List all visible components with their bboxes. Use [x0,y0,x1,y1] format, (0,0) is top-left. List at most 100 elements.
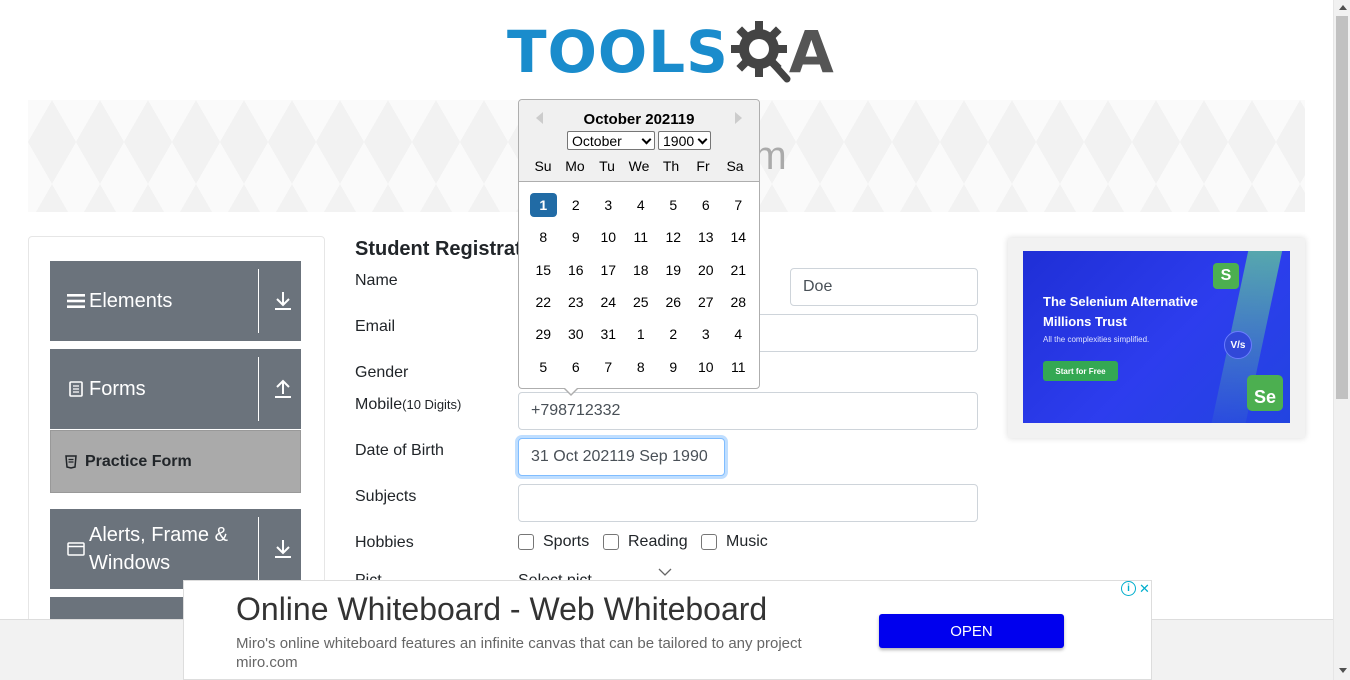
datepicker-day[interactable]: 31 [592,326,625,342]
hobby-music-checkbox[interactable]: Music [701,533,768,551]
datepicker-day[interactable]: 10 [592,229,625,245]
datepicker-day[interactable]: 17 [592,262,625,278]
toolsqa-logo[interactable]: TOOLS A [507,14,834,90]
email-label: Email [355,318,396,335]
datepicker-day[interactable]: 10 [690,359,723,375]
datepicker-day[interactable]: 11 [625,229,658,245]
ad-badge-se: Se [1247,375,1283,411]
arrow-down-icon[interactable] [272,537,294,561]
datepicker-day[interactable]: 5 [657,197,690,213]
date-of-birth-input[interactable]: 31 Oct 202119 Sep 1990 [518,438,725,476]
datepicker-day-selected[interactable]: 1 [529,193,557,218]
datepicker-day[interactable]: 1 [625,326,658,342]
datepicker-day[interactable]: 15 [527,262,560,278]
datepicker-day[interactable]: 2 [560,197,593,213]
scrollbar-thumb[interactable] [1336,16,1348,399]
ad-description: Miro's online whiteboard features an inf… [236,635,802,652]
dob-label: Date of Birth [355,442,444,459]
datepicker-day[interactable]: 6 [690,197,723,213]
mobile-label-text: Mobile [355,396,403,413]
vertical-scrollbar[interactable] [1333,0,1350,680]
datepicker-day[interactable]: 5 [527,359,560,375]
hamburger-icon [67,292,85,310]
sidebar-group-alerts[interactable]: Alerts, Frame & Windows [50,509,301,589]
next-month-icon[interactable] [735,112,742,124]
mobile-input[interactable]: +798712332 [518,392,978,430]
right-ad-banner[interactable]: S V/s Se The Selenium Alternative Millio… [1023,251,1290,423]
datepicker-day[interactable]: 23 [560,294,593,310]
datepicker-day[interactable]: 19 [657,262,690,278]
datepicker-day[interactable]: 25 [625,294,658,310]
datepicker-day[interactable]: 22 [527,294,560,310]
sidebar-group-label: Elements [89,290,173,312]
checkbox-box[interactable] [701,534,717,550]
last-name-input[interactable]: Doe [790,268,978,306]
datepicker-day[interactable]: 13 [690,229,723,245]
datepicker-day[interactable]: 6 [560,359,593,375]
ad-open-button[interactable]: OPEN [879,614,1064,648]
hobby-sports-checkbox[interactable]: Sports [518,533,589,551]
datepicker-day[interactable]: 27 [690,294,723,310]
mobile-hint: (10 Digits) [402,397,462,412]
datepicker-day[interactable]: 21 [722,262,755,278]
email-input[interactable] [750,314,978,352]
scroll-down-icon[interactable] [1339,668,1347,673]
datepicker-day[interactable]: 18 [625,262,658,278]
logo-text-tools: TOOLS [507,18,729,86]
weekday-label: Fr [696,158,710,174]
datepicker-day[interactable]: 4 [625,197,658,213]
weekday-header-row: Su Mo Tu We Th Fr Sa [527,158,751,174]
info-icon[interactable]: i [1121,581,1136,596]
year-select[interactable]: 1900 [658,131,711,150]
chevron-down-icon [641,134,652,145]
close-icon[interactable]: ✕ [1137,581,1152,596]
arrow-up-icon[interactable] [272,377,294,401]
year-select-value: 1900 [663,132,695,149]
datepicker-day[interactable]: 8 [625,359,658,375]
sidebar-group-forms[interactable]: Forms [50,349,301,429]
weekday-label: We [628,158,650,174]
sidebar-group-label: Alerts, Frame & Windows [89,521,228,577]
datepicker-day[interactable]: 9 [657,359,690,375]
divider [258,517,259,581]
datepicker-day[interactable]: 24 [592,294,625,310]
datepicker-day[interactable]: 8 [527,229,560,245]
chevron-down-icon[interactable] [658,568,672,576]
scroll-up-icon[interactable] [1339,5,1347,10]
datepicker-day[interactable]: 9 [560,229,593,245]
weekday-label: Mo [565,158,585,174]
datepicker-day[interactable]: 11 [722,359,755,375]
sidebar-group-label: Forms [89,378,146,400]
subjects-input[interactable] [518,484,978,522]
datepicker-day[interactable]: 4 [722,326,755,342]
window-icon [67,540,85,558]
checkbox-box[interactable] [603,534,619,550]
month-select[interactable]: October [567,131,655,150]
bottom-ad-banner[interactable]: Online Whiteboard - Web Whiteboard Miro'… [183,580,1152,680]
datepicker-day[interactable]: 3 [592,197,625,213]
checkbox-box[interactable] [518,534,534,550]
sidebar: Elements Forms Practice Form Alerts, Fra… [28,236,325,636]
datepicker-popup: October 202119 October 1900 Su Mo Tu We … [518,99,760,396]
hobby-reading-checkbox[interactable]: Reading [603,533,688,551]
datepicker-day[interactable]: 12 [657,229,690,245]
logo-text-a: A [788,18,834,86]
datepicker-day[interactable]: 3 [690,326,723,342]
ad-headline[interactable]: Online Whiteboard - Web Whiteboard [236,591,767,628]
datepicker-day[interactable]: 28 [722,294,755,310]
datepicker-day[interactable]: 20 [690,262,723,278]
datepicker-day[interactable]: 14 [722,229,755,245]
datepicker-day[interactable]: 30 [560,326,593,342]
datepicker-day[interactable]: 7 [592,359,625,375]
arrow-down-icon[interactable] [272,289,294,313]
datepicker-day[interactable]: 29 [527,326,560,342]
ad-start-button[interactable]: Start for Free [1043,361,1118,381]
sidebar-item-practice-form[interactable]: Practice Form [50,430,301,493]
datepicker-day[interactable]: 2 [657,326,690,342]
datepicker-day[interactable]: 26 [657,294,690,310]
document-icon [67,380,85,398]
sidebar-group-elements[interactable]: Elements [50,261,301,341]
hobbies-label: Hobbies [355,534,414,551]
datepicker-day[interactable]: 16 [560,262,593,278]
datepicker-day[interactable]: 7 [722,197,755,213]
